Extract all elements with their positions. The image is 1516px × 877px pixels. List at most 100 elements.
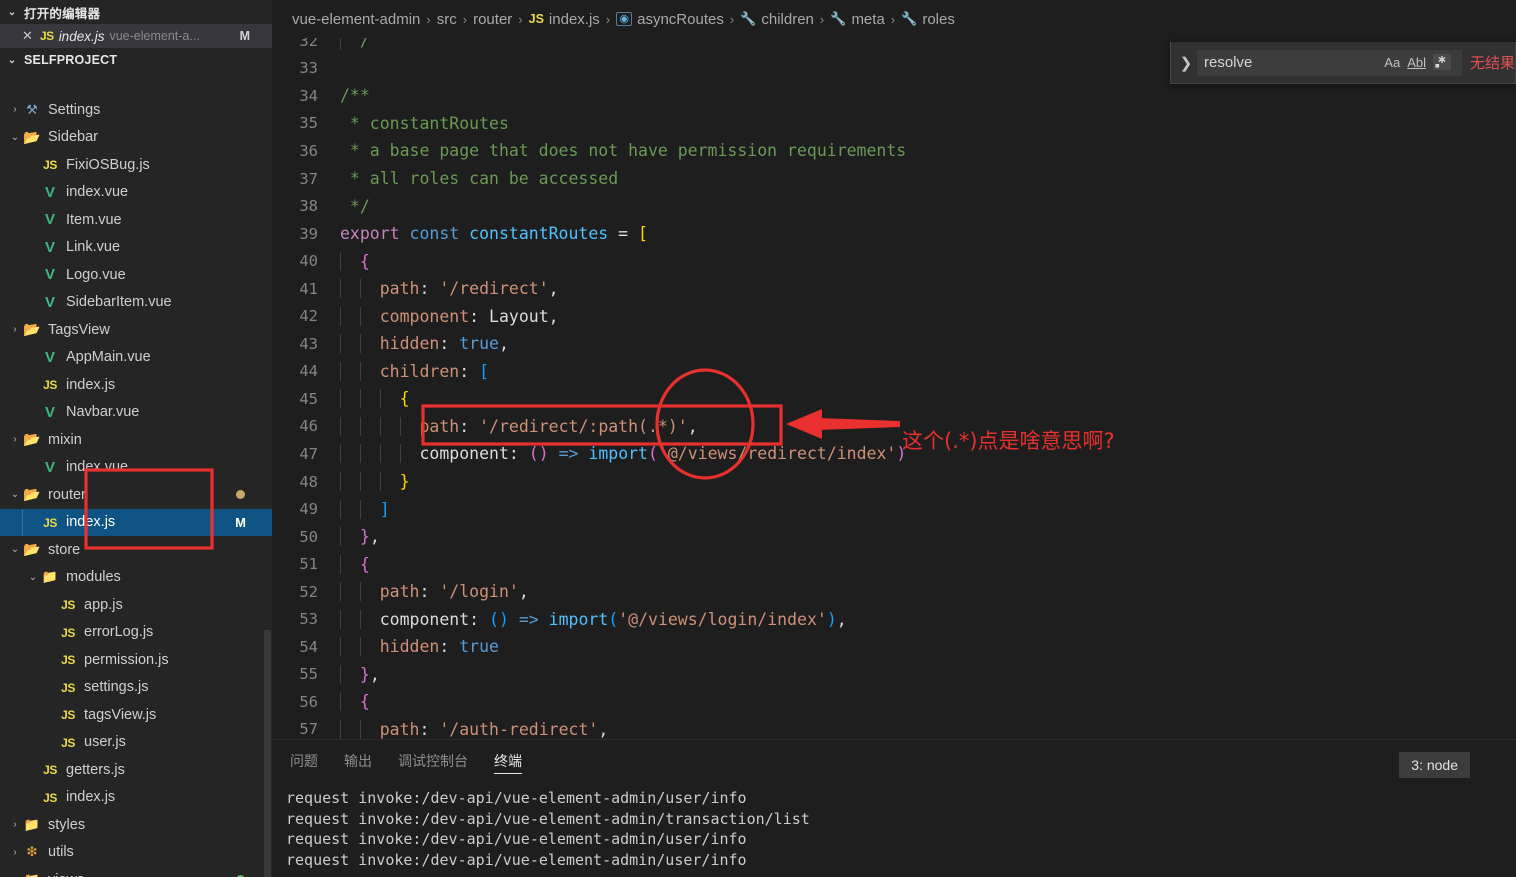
chevron-down-icon[interactable]: ⌄ <box>8 132 22 143</box>
code-line[interactable]: 41 path: '/redirect', <box>272 275 1516 303</box>
breadcrumb-item-label: meta <box>851 10 885 28</box>
chevron-right-icon[interactable]: › <box>8 104 22 115</box>
code-line[interactable]: 48 } <box>272 468 1516 496</box>
file-tree-item[interactable]: JS errorLog.js <box>0 619 272 647</box>
code-line[interactable]: 40 { <box>272 247 1516 275</box>
file-tree-item[interactable]: JS FixiOSBug.js <box>0 151 272 179</box>
code-line[interactable]: 38 */ <box>272 192 1516 220</box>
file-tree-item[interactable]: JS user.js <box>0 729 272 757</box>
file-tree-item-label: utils <box>48 844 74 861</box>
file-tree-item[interactable]: ⌄ 📁 modules <box>0 564 272 592</box>
terminal-output[interactable]: request invoke:/dev-api/vue-element-admi… <box>286 788 1516 877</box>
file-tree-item[interactable]: JS getters.js <box>0 756 272 784</box>
code-line[interactable]: 39 export const constantRoutes = [ <box>272 220 1516 248</box>
breadcrumb-item-asyncroutes[interactable]: ◉ asyncRoutes <box>612 11 728 28</box>
code-line[interactable]: 43 hidden: true, <box>272 330 1516 358</box>
chevron-right-icon[interactable]: › <box>8 324 22 335</box>
file-tree-item[interactable]: JS permission.js <box>0 646 272 674</box>
chevron-right-icon[interactable]: › <box>8 819 22 830</box>
file-tree-item[interactable]: V Link.vue <box>0 234 272 262</box>
file-tree-item[interactable]: JS index.js <box>0 371 272 399</box>
code-line[interactable]: 35 * constantRoutes <box>272 110 1516 138</box>
file-tree-item[interactable]: › 📁 styles <box>0 811 272 839</box>
chevron-down-icon[interactable]: ⌄ <box>26 572 40 583</box>
file-tree-item-label: index.js <box>66 376 116 393</box>
file-tree-item[interactable]: › ⚒ Settings <box>0 96 272 124</box>
code-line[interactable]: 47 component: () => import('@/views/redi… <box>272 440 1516 468</box>
find-input[interactable]: resolve Aa Abl <box>1197 49 1462 76</box>
breadcrumb-item-meta[interactable]: 🔧 meta <box>826 11 889 28</box>
code-line[interactable]: 53 component: () => import('@/views/logi… <box>272 605 1516 633</box>
code-token: : <box>459 416 480 436</box>
open-editors-section-header[interactable]: ⌄ 打开的编辑器 <box>0 0 272 24</box>
code-editor[interactable]: 32 /33 34/** 35 * constantRoutes 36 * a bas… <box>272 38 1516 739</box>
code-line[interactable]: 45 { <box>272 385 1516 413</box>
code-line[interactable]: 37 * all roles can be accessed <box>272 165 1516 193</box>
file-tree-item[interactable]: JS settings.js <box>0 674 272 702</box>
breadcrumb-item-roles[interactable]: 🔧 roles <box>897 11 959 28</box>
breadcrumb-item-children[interactable]: 🔧 children <box>736 11 818 28</box>
file-tree-item[interactable]: ⌄📁views <box>0 866 272 877</box>
use-regex-toggle[interactable] <box>1432 53 1451 72</box>
match-case-toggle[interactable]: Aa <box>1384 56 1400 69</box>
chevron-down-icon[interactable]: ⌄ <box>8 489 22 500</box>
terminal-picker[interactable]: 3: node <box>1399 752 1470 778</box>
code-line[interactable]: 36 * a base page that does not have perm… <box>272 137 1516 165</box>
find-widget[interactable]: ❯ resolve Aa Abl 无结果 <box>1170 42 1516 84</box>
file-tree-item[interactable]: ⌄ 📂 store <box>0 536 272 564</box>
panel-tab-active[interactable]: 终端 <box>494 740 522 782</box>
match-whole-word-toggle[interactable]: Abl <box>1407 56 1426 69</box>
code-token: * a base page that does not have permiss… <box>340 141 907 161</box>
file-tree-item[interactable]: V SidebarItem.vue <box>0 289 272 317</box>
breadcrumb[interactable]: vue-element-admin › src › router › JS index.js ›… <box>272 0 1516 38</box>
file-tree-item[interactable]: V Logo.vue <box>0 261 272 289</box>
code-line[interactable]: 52 path: '/login', <box>272 578 1516 606</box>
project-section-header[interactable]: ⌄ SELFPROJECT <box>0 48 272 72</box>
code-line[interactable]: 54 hidden: true <box>272 633 1516 661</box>
file-tree-item[interactable]: › 📂 mixin <box>0 426 272 454</box>
file-tree-item[interactable]: ⌄ 📂 Sidebar <box>0 124 272 152</box>
panel-tab-inactive[interactable]: 问题 <box>290 740 318 782</box>
file-tree-item[interactable]: › ❇ utils <box>0 839 272 867</box>
breadcrumb-item-index-js[interactable]: JS index.js <box>525 11 604 28</box>
code-line-text: hidden: true, <box>340 334 509 354</box>
file-tree-item[interactable]: V AppMain.vue <box>0 344 272 372</box>
code-line[interactable]: 51 { <box>272 550 1516 578</box>
chevron-right-icon[interactable]: ❯ <box>1175 54 1197 72</box>
breadcrumb-item-src[interactable]: src <box>433 11 461 28</box>
sidebar-scrollbar[interactable] <box>264 630 271 877</box>
file-tree-item[interactable]: JS index.js <box>0 784 272 812</box>
panel-tab-inactive[interactable]: 调试控制台 <box>398 740 468 782</box>
file-tree-item[interactable]: Vindex.vue <box>0 454 272 482</box>
file-tree-item[interactable]: › 📂 TagsView <box>0 316 272 344</box>
file-tree-item[interactable]: JS tagsView.js <box>0 701 272 729</box>
code-line[interactable]: 42 component: Layout, <box>272 302 1516 330</box>
close-icon[interactable]: ✕ <box>22 28 35 44</box>
code-line[interactable]: 44 children: [ <box>272 358 1516 386</box>
file-tree-item[interactable]: JS app.js <box>0 591 272 619</box>
line-number: 53 <box>299 610 318 629</box>
code-line[interactable]: 50 }, <box>272 523 1516 551</box>
code-line[interactable]: 49 ] <box>272 495 1516 523</box>
file-tree-item[interactable]: Vindex.vue <box>0 179 272 207</box>
code-token: export <box>340 224 400 244</box>
panel-tab-inactive[interactable]: 输出 <box>344 740 372 782</box>
breadcrumb-item-vue-element-admin[interactable]: vue-element-admin <box>288 11 424 28</box>
file-tree-item[interactable]: V Item.vue <box>0 206 272 234</box>
code-line[interactable]: 57 path: '/auth-redirect', <box>272 716 1516 739</box>
code-token: : <box>439 637 460 657</box>
breadcrumb-item-router[interactable]: router <box>469 11 516 28</box>
file-tree-item-selected[interactable]: JS index.js M <box>0 508 272 536</box>
file-tree-item[interactable]: ⌄ 📂 router <box>0 481 272 509</box>
chevron-down-icon[interactable]: ⌄ <box>8 544 22 555</box>
chevron-right-icon[interactable]: › <box>8 434 22 445</box>
open-editor-item[interactable]: ✕ JS index.js vue-element-a... M <box>0 24 272 48</box>
chevron-right-icon[interactable]: › <box>8 847 22 858</box>
code-line[interactable]: 56 { <box>272 688 1516 716</box>
file-tree-item-label: Sidebar <box>48 129 98 146</box>
code-line[interactable]: 34 /** <box>272 82 1516 110</box>
code-line[interactable]: 46 path: '/redirect/:path(.*)', <box>272 413 1516 441</box>
code-line[interactable]: 55 }, <box>272 661 1516 689</box>
file-tree-item[interactable]: V Navbar.vue <box>0 399 272 427</box>
